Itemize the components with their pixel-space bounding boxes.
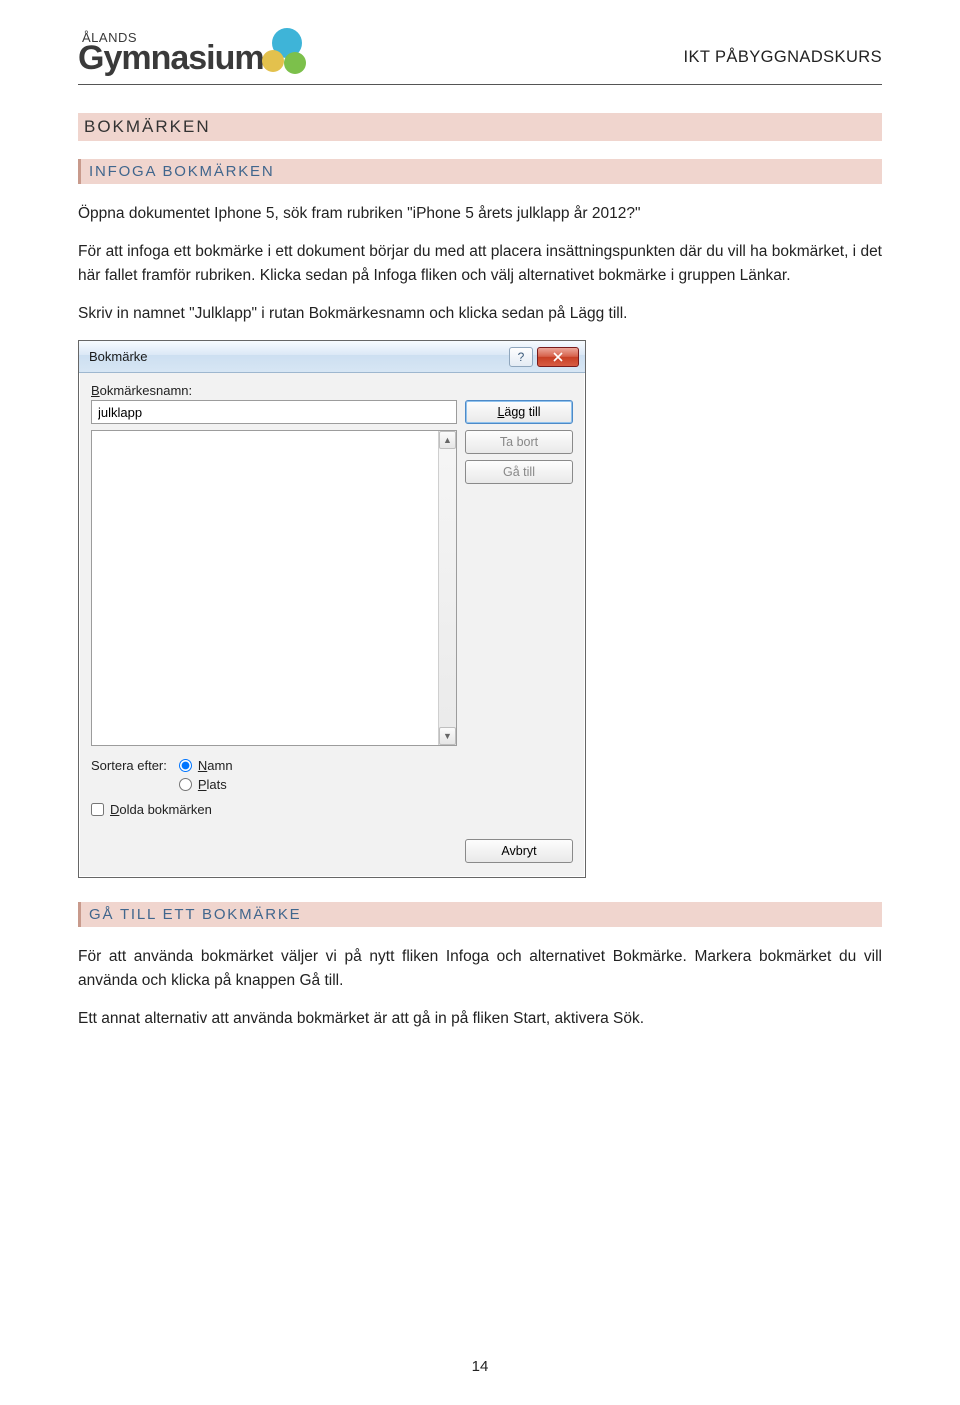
logo-icon	[258, 28, 318, 74]
close-button[interactable]	[537, 347, 579, 367]
bookmark-dialog: Bokmärke ? Bokmärkesnamn: Lägg till ▲	[78, 340, 586, 878]
help-button[interactable]: ?	[509, 347, 533, 367]
scroll-up-icon[interactable]: ▲	[439, 431, 456, 449]
goto-button: Gå till	[465, 460, 573, 484]
paragraph: För att infoga ett bokmärke i ett dokume…	[78, 240, 882, 288]
dialog-title: Bokmärke	[89, 349, 148, 364]
sort-place-radio[interactable]: Plats	[179, 777, 233, 792]
heading-ga-till-ett-bokmarke: GÅ TILL ETT BOKMÄRKE	[78, 902, 882, 927]
page-number: 14	[0, 1358, 960, 1375]
paragraph: Skriv in namnet "Julklapp" i rutan Bokmä…	[78, 302, 882, 326]
sort-label: Sortera efter:	[91, 758, 167, 773]
name-label: Bokmärkesnamn:	[91, 383, 573, 398]
paragraph: Ett annat alternativ att använda bokmärk…	[78, 1007, 882, 1031]
close-icon	[553, 352, 563, 362]
bookmark-listbox[interactable]: ▲ ▼	[91, 430, 457, 746]
scroll-down-icon[interactable]: ▼	[439, 727, 456, 745]
delete-button: Ta bort	[465, 430, 573, 454]
course-title: IKT PÅBYGGNADSKURS	[683, 48, 882, 67]
dialog-titlebar: Bokmärke ?	[79, 341, 585, 373]
sort-name-radio[interactable]: Namn	[179, 758, 233, 773]
page-header: ÅLANDS Gymnasium IKT PÅBYGGNADSKURS	[78, 30, 882, 85]
heading-bokmarken: BOKMÄRKEN	[78, 113, 882, 141]
heading-infoga-bokmarken: INFOGA BOKMÄRKEN	[78, 159, 882, 184]
scrollbar[interactable]: ▲ ▼	[438, 431, 456, 745]
paragraph: För att använda bokmärket väljer vi på n…	[78, 945, 882, 993]
bookmark-name-input[interactable]	[91, 400, 457, 424]
paragraph: Öppna dokumentet Iphone 5, sök fram rubr…	[78, 202, 882, 226]
logo: ÅLANDS Gymnasium	[78, 30, 318, 78]
add-button[interactable]: Lägg till	[465, 400, 573, 424]
logo-line2: Gymnasium	[78, 39, 264, 78]
cancel-button[interactable]: Avbryt	[465, 839, 573, 863]
hidden-bookmarks-checkbox[interactable]: Dolda bokmärken	[91, 802, 573, 817]
